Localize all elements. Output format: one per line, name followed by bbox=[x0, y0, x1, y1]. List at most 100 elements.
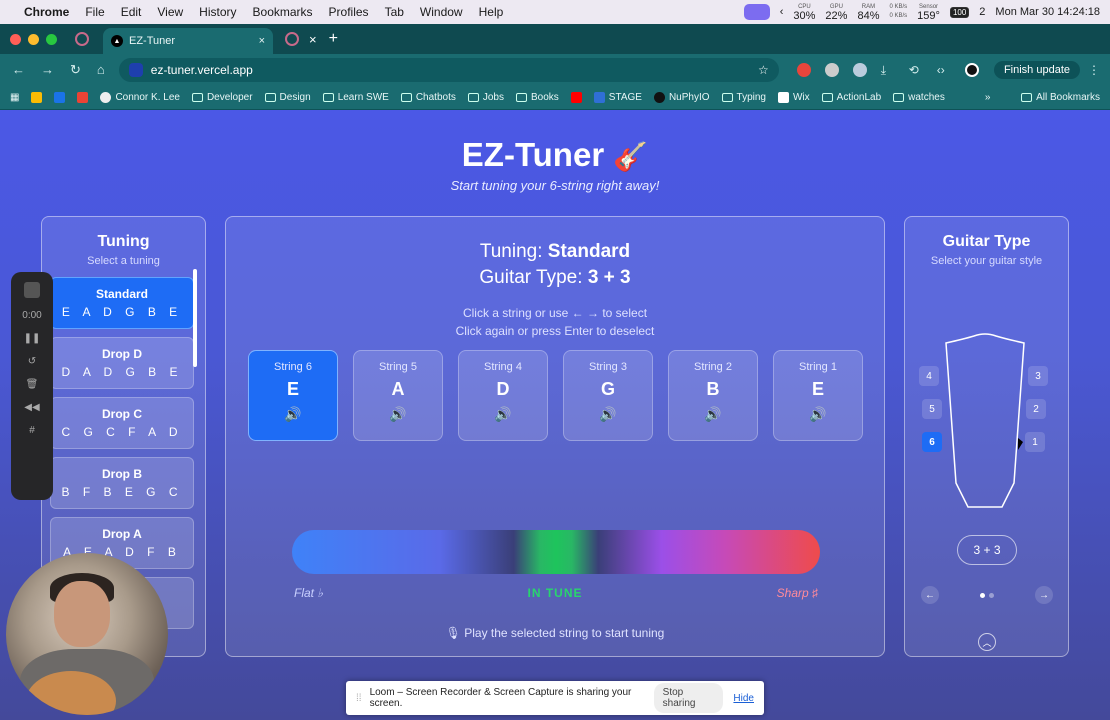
peg-5[interactable]: 5 bbox=[922, 399, 942, 419]
reload-icon[interactable]: ↻ bbox=[70, 62, 81, 78]
maximize-window-button[interactable] bbox=[46, 33, 57, 45]
string-card-5[interactable]: String 5 A 🔊 bbox=[353, 350, 443, 441]
speaker-icon[interactable]: 🔊 bbox=[249, 406, 337, 423]
notification-count[interactable]: 2 bbox=[979, 6, 985, 18]
bookmark-design[interactable]: Design bbox=[264, 92, 311, 103]
speaker-icon[interactable]: 🔊 bbox=[774, 406, 862, 423]
previous-arrow-icon[interactable]: ← bbox=[921, 586, 939, 604]
peg-3[interactable]: 3 bbox=[1028, 366, 1048, 386]
bookmark-wix[interactable]: Wix bbox=[777, 92, 810, 103]
tuning-scrollbar[interactable] bbox=[193, 269, 197, 367]
menu-tab[interactable]: Tab bbox=[385, 5, 404, 19]
bookmark-chatbots[interactable]: Chatbots bbox=[400, 92, 456, 103]
menu-history[interactable]: History bbox=[199, 5, 236, 19]
string-card-3[interactable]: String 3 G 🔊 bbox=[563, 350, 653, 441]
download-icon[interactable]: ⤓ bbox=[881, 63, 895, 77]
menu-edit[interactable]: Edit bbox=[121, 5, 142, 19]
stop-sharing-button[interactable]: Stop sharing bbox=[653, 683, 724, 713]
peg-1[interactable]: 1 bbox=[1025, 432, 1045, 452]
history-icon[interactable]: ⟲ bbox=[909, 63, 923, 77]
tuning-item-drop-b[interactable]: Drop B B F B E G C bbox=[50, 457, 194, 509]
menu-chrome[interactable]: Chrome bbox=[24, 5, 69, 19]
bookmark-watches[interactable]: watches bbox=[893, 92, 945, 103]
extension-icon-grammarly[interactable] bbox=[824, 63, 839, 77]
chevron-up-icon[interactable]: ︿ bbox=[978, 633, 996, 651]
gmail-icon[interactable] bbox=[77, 92, 89, 103]
youtube-icon[interactable] bbox=[570, 92, 582, 103]
pinned-tab-icon[interactable] bbox=[75, 32, 89, 46]
finish-update-button[interactable]: Finish update bbox=[993, 61, 1080, 79]
bookmark-stage[interactable]: STAGE bbox=[593, 92, 642, 103]
menu-bookmarks[interactable]: Bookmarks bbox=[253, 5, 313, 19]
restart-icon[interactable]: ↺ bbox=[28, 356, 36, 367]
peg-6[interactable]: 6 bbox=[922, 432, 942, 452]
menu-view[interactable]: View bbox=[157, 5, 183, 19]
string-card-6[interactable]: String 6 E 🔊 bbox=[248, 350, 338, 441]
extensions-puzzle-icon[interactable] bbox=[852, 63, 867, 77]
bookmark-nuphyio[interactable]: NuPhyIO bbox=[653, 92, 710, 103]
battery-icon[interactable]: 100 bbox=[949, 6, 970, 18]
screen-share-icon[interactable] bbox=[743, 4, 770, 20]
rewind-icon[interactable]: ◀◀ bbox=[24, 402, 39, 413]
dot[interactable] bbox=[989, 592, 994, 598]
apps-grid-icon[interactable]: ▦ bbox=[10, 92, 19, 103]
pause-icon[interactable]: ❚❚ bbox=[24, 333, 41, 344]
peg-4[interactable]: 4 bbox=[919, 366, 939, 386]
menu-help[interactable]: Help bbox=[479, 5, 504, 19]
code-icon[interactable]: ‹› bbox=[937, 63, 951, 77]
grid-icon[interactable]: # bbox=[29, 425, 35, 436]
bookmark-learn-swe[interactable]: Learn SWE bbox=[322, 92, 389, 103]
url-bar[interactable]: ez-tuner.vercel.app ☆ bbox=[118, 58, 779, 82]
clock[interactable]: Mon Mar 30 14:24:18 bbox=[995, 6, 1100, 18]
bookmark-books[interactable]: Books bbox=[515, 92, 559, 103]
menu-profiles[interactable]: Profiles bbox=[329, 5, 369, 19]
pinned-tab-icon-2[interactable] bbox=[285, 32, 299, 46]
next-arrow-icon[interactable]: → bbox=[1035, 586, 1053, 604]
close-tab-icon-2[interactable]: × bbox=[309, 32, 317, 47]
string-card-2[interactable]: String 2 B 🔊 bbox=[668, 350, 758, 441]
close-window-button[interactable] bbox=[10, 33, 21, 45]
string-card-1[interactable]: String 1 E 🔊 bbox=[773, 350, 863, 441]
tab-ez-tuner[interactable]: ▲ EZ-Tuner × bbox=[103, 28, 273, 54]
speaker-icon[interactable]: 🔊 bbox=[459, 406, 547, 423]
stop-recording-icon[interactable] bbox=[24, 282, 40, 298]
close-tab-icon[interactable]: × bbox=[259, 35, 265, 47]
menu-file[interactable]: File bbox=[85, 5, 104, 19]
more-menu-icon[interactable]: ⋮ bbox=[1088, 63, 1100, 77]
speaker-icon[interactable]: 🔊 bbox=[669, 406, 757, 423]
forward-icon[interactable]: → bbox=[41, 62, 54, 78]
string-card-4[interactable]: String 4 D 🔊 bbox=[458, 350, 548, 441]
bookmark-developer[interactable]: Developer bbox=[191, 92, 253, 103]
profile-avatar[interactable] bbox=[964, 63, 979, 77]
chevron-left-icon[interactable]: ‹ bbox=[780, 6, 784, 18]
tuning-item-drop-d[interactable]: Drop D D A D G B E bbox=[50, 337, 194, 389]
menu-window[interactable]: Window bbox=[420, 5, 463, 19]
trash-icon[interactable]: 🗑 bbox=[26, 379, 39, 390]
bookmark-jobs[interactable]: Jobs bbox=[467, 92, 504, 103]
tuning-item-drop-c[interactable]: Drop C C G C F A D bbox=[50, 397, 194, 449]
new-tab-button[interactable]: + bbox=[329, 30, 338, 48]
extension-icon-red[interactable] bbox=[796, 63, 811, 77]
calendar-icon[interactable] bbox=[54, 92, 66, 103]
all-bookmarks[interactable]: All Bookmarks bbox=[1021, 92, 1100, 103]
speaker-icon[interactable]: 🔊 bbox=[564, 406, 652, 423]
bookmark-typing[interactable]: Typing bbox=[721, 92, 766, 103]
home-icon[interactable]: ⌂ bbox=[97, 62, 105, 78]
tuning-item-standard[interactable]: Standard E A D G B E bbox=[50, 277, 194, 329]
guitar-style-pill[interactable]: 3 + 3 bbox=[957, 535, 1017, 565]
tuning-meter bbox=[292, 530, 820, 574]
webcam-bubble[interactable] bbox=[6, 553, 168, 715]
peg-2[interactable]: 2 bbox=[1026, 399, 1046, 419]
dot-active[interactable] bbox=[980, 592, 985, 598]
bookmark-connor[interactable]: Connor K. Lee bbox=[100, 92, 180, 103]
site-info-icon[interactable] bbox=[128, 63, 143, 77]
bookmark-star-icon[interactable]: ☆ bbox=[758, 63, 769, 77]
minimize-window-button[interactable] bbox=[28, 33, 39, 45]
hide-link[interactable]: Hide bbox=[733, 693, 754, 704]
drive-icon[interactable] bbox=[31, 92, 43, 103]
back-icon[interactable]: ← bbox=[12, 62, 25, 78]
bookmark-actionlab[interactable]: ActionLab bbox=[821, 92, 881, 103]
drag-handle-icon[interactable]: ⁞⁞ bbox=[356, 693, 362, 704]
more-bookmarks-icon[interactable]: » bbox=[985, 92, 991, 103]
speaker-icon[interactable]: 🔊 bbox=[354, 406, 442, 423]
